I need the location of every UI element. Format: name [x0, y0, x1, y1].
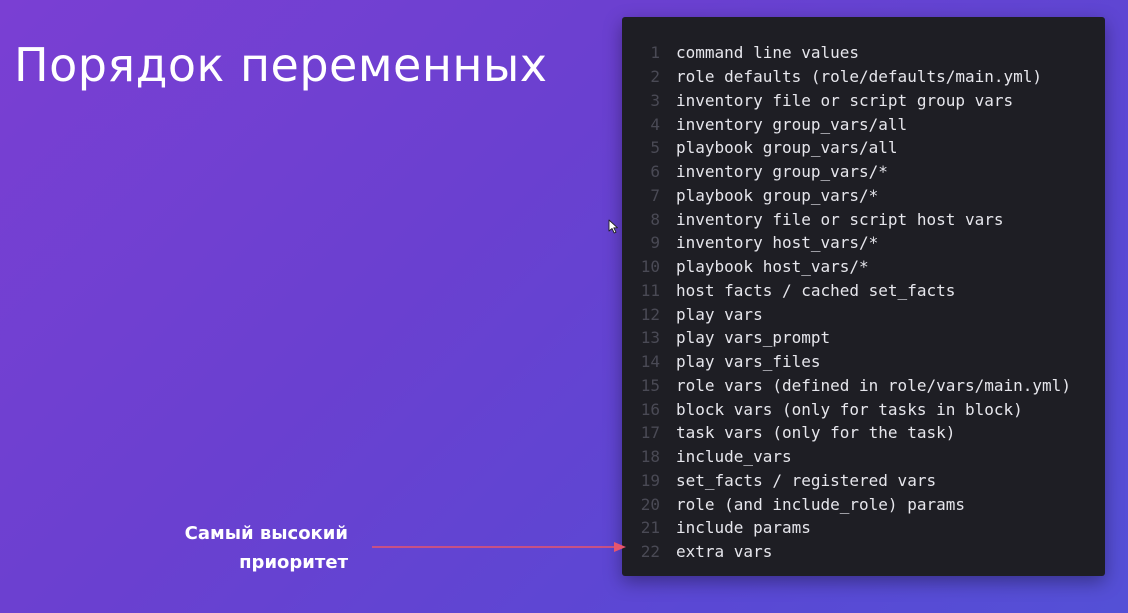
line-text: role vars (defined in role/vars/main.yml… — [676, 375, 1071, 395]
code-line: 21 include params — [622, 516, 1105, 540]
priority-arrow-icon — [372, 542, 626, 552]
line-number: 20 — [640, 494, 660, 514]
code-block: 1 command line values 2 role defaults (role… — [622, 17, 1105, 576]
code-line: 17 task vars (only for the task) — [622, 421, 1105, 445]
code-line: 1 command line values — [622, 41, 1105, 65]
code-line: 16 block vars (only for tasks in block) — [622, 397, 1105, 421]
line-number: 15 — [640, 375, 660, 395]
line-number: 5 — [650, 138, 660, 158]
line-text: inventory file or script host vars — [676, 209, 1004, 229]
line-text: play vars_prompt — [676, 328, 831, 348]
code-line: 22 extra vars — [622, 540, 1105, 564]
line-number: 8 — [650, 209, 660, 229]
line-text: host facts / cached set_facts — [676, 280, 956, 300]
code-line: 13 play vars_prompt — [622, 326, 1105, 350]
code-line: 18 include_vars — [622, 445, 1105, 469]
line-number: 11 — [640, 280, 660, 300]
line-text: playbook host_vars/* — [676, 257, 869, 277]
line-number: 18 — [640, 447, 660, 467]
priority-note: Самый высокий приоритет — [185, 519, 348, 577]
line-number: 2 — [650, 67, 660, 87]
line-text: inventory group_vars/* — [676, 162, 888, 182]
code-line: 6 inventory group_vars/* — [622, 160, 1105, 184]
line-text: inventory group_vars/all — [676, 114, 908, 134]
line-text: include params — [676, 518, 811, 538]
line-text: playbook group_vars/all — [676, 138, 898, 158]
slide-title: Порядок переменных — [14, 38, 548, 92]
line-text: extra vars — [676, 542, 773, 562]
mouse-cursor-icon — [608, 219, 618, 234]
line-number: 3 — [650, 90, 660, 110]
line-number: 13 — [640, 328, 660, 348]
line-text: playbook group_vars/* — [676, 185, 879, 205]
code-line: 15 role vars (defined in role/vars/main.y… — [622, 374, 1105, 398]
line-number: 6 — [650, 162, 660, 182]
code-line: 11 host facts / cached set_facts — [622, 279, 1105, 303]
line-number: 19 — [640, 470, 660, 490]
line-text: role (and include_role) params — [676, 494, 965, 514]
code-line: 10 playbook host_vars/* — [622, 255, 1105, 279]
code-line: 14 play vars_files — [622, 350, 1105, 374]
code-line: 2 role defaults (role/defaults/main.yml) — [622, 65, 1105, 89]
line-number: 21 — [640, 518, 660, 538]
line-number: 12 — [640, 304, 660, 324]
line-text: block vars (only for tasks in block) — [676, 399, 1023, 419]
line-number: 22 — [640, 542, 660, 562]
line-text: role defaults (role/defaults/main.yml) — [676, 67, 1043, 87]
line-number: 10 — [640, 257, 660, 277]
code-line: 19 set_facts / registered vars — [622, 469, 1105, 493]
line-text: play vars — [676, 304, 763, 324]
line-number: 17 — [640, 423, 660, 443]
line-number: 16 — [640, 399, 660, 419]
line-number: 9 — [650, 233, 660, 253]
line-number: 1 — [650, 43, 660, 63]
line-number: 4 — [650, 114, 660, 134]
line-text: task vars (only for the task) — [676, 423, 956, 443]
line-text: inventory host_vars/* — [676, 233, 879, 253]
code-line: 8 inventory file or script host vars — [622, 207, 1105, 231]
code-line: 5 playbook group_vars/all — [622, 136, 1105, 160]
code-line: 3 inventory file or script group vars — [622, 89, 1105, 113]
line-text: inventory file or script group vars — [676, 90, 1014, 110]
line-text: set_facts / registered vars — [676, 470, 937, 490]
priority-note-line1: Самый высокий — [184, 523, 348, 544]
code-line: 7 playbook group_vars/* — [622, 184, 1105, 208]
priority-note-line2: приоритет — [239, 552, 348, 573]
line-number: 7 — [650, 185, 660, 205]
line-text: include_vars — [676, 447, 792, 467]
code-line: 9 inventory host_vars/* — [622, 231, 1105, 255]
code-line: 4 inventory group_vars/all — [622, 112, 1105, 136]
line-number: 14 — [640, 352, 660, 372]
code-line: 20 role (and include_role) params — [622, 492, 1105, 516]
line-text: command line values — [676, 43, 860, 63]
line-text: play vars_files — [676, 352, 821, 372]
code-line: 12 play vars — [622, 302, 1105, 326]
